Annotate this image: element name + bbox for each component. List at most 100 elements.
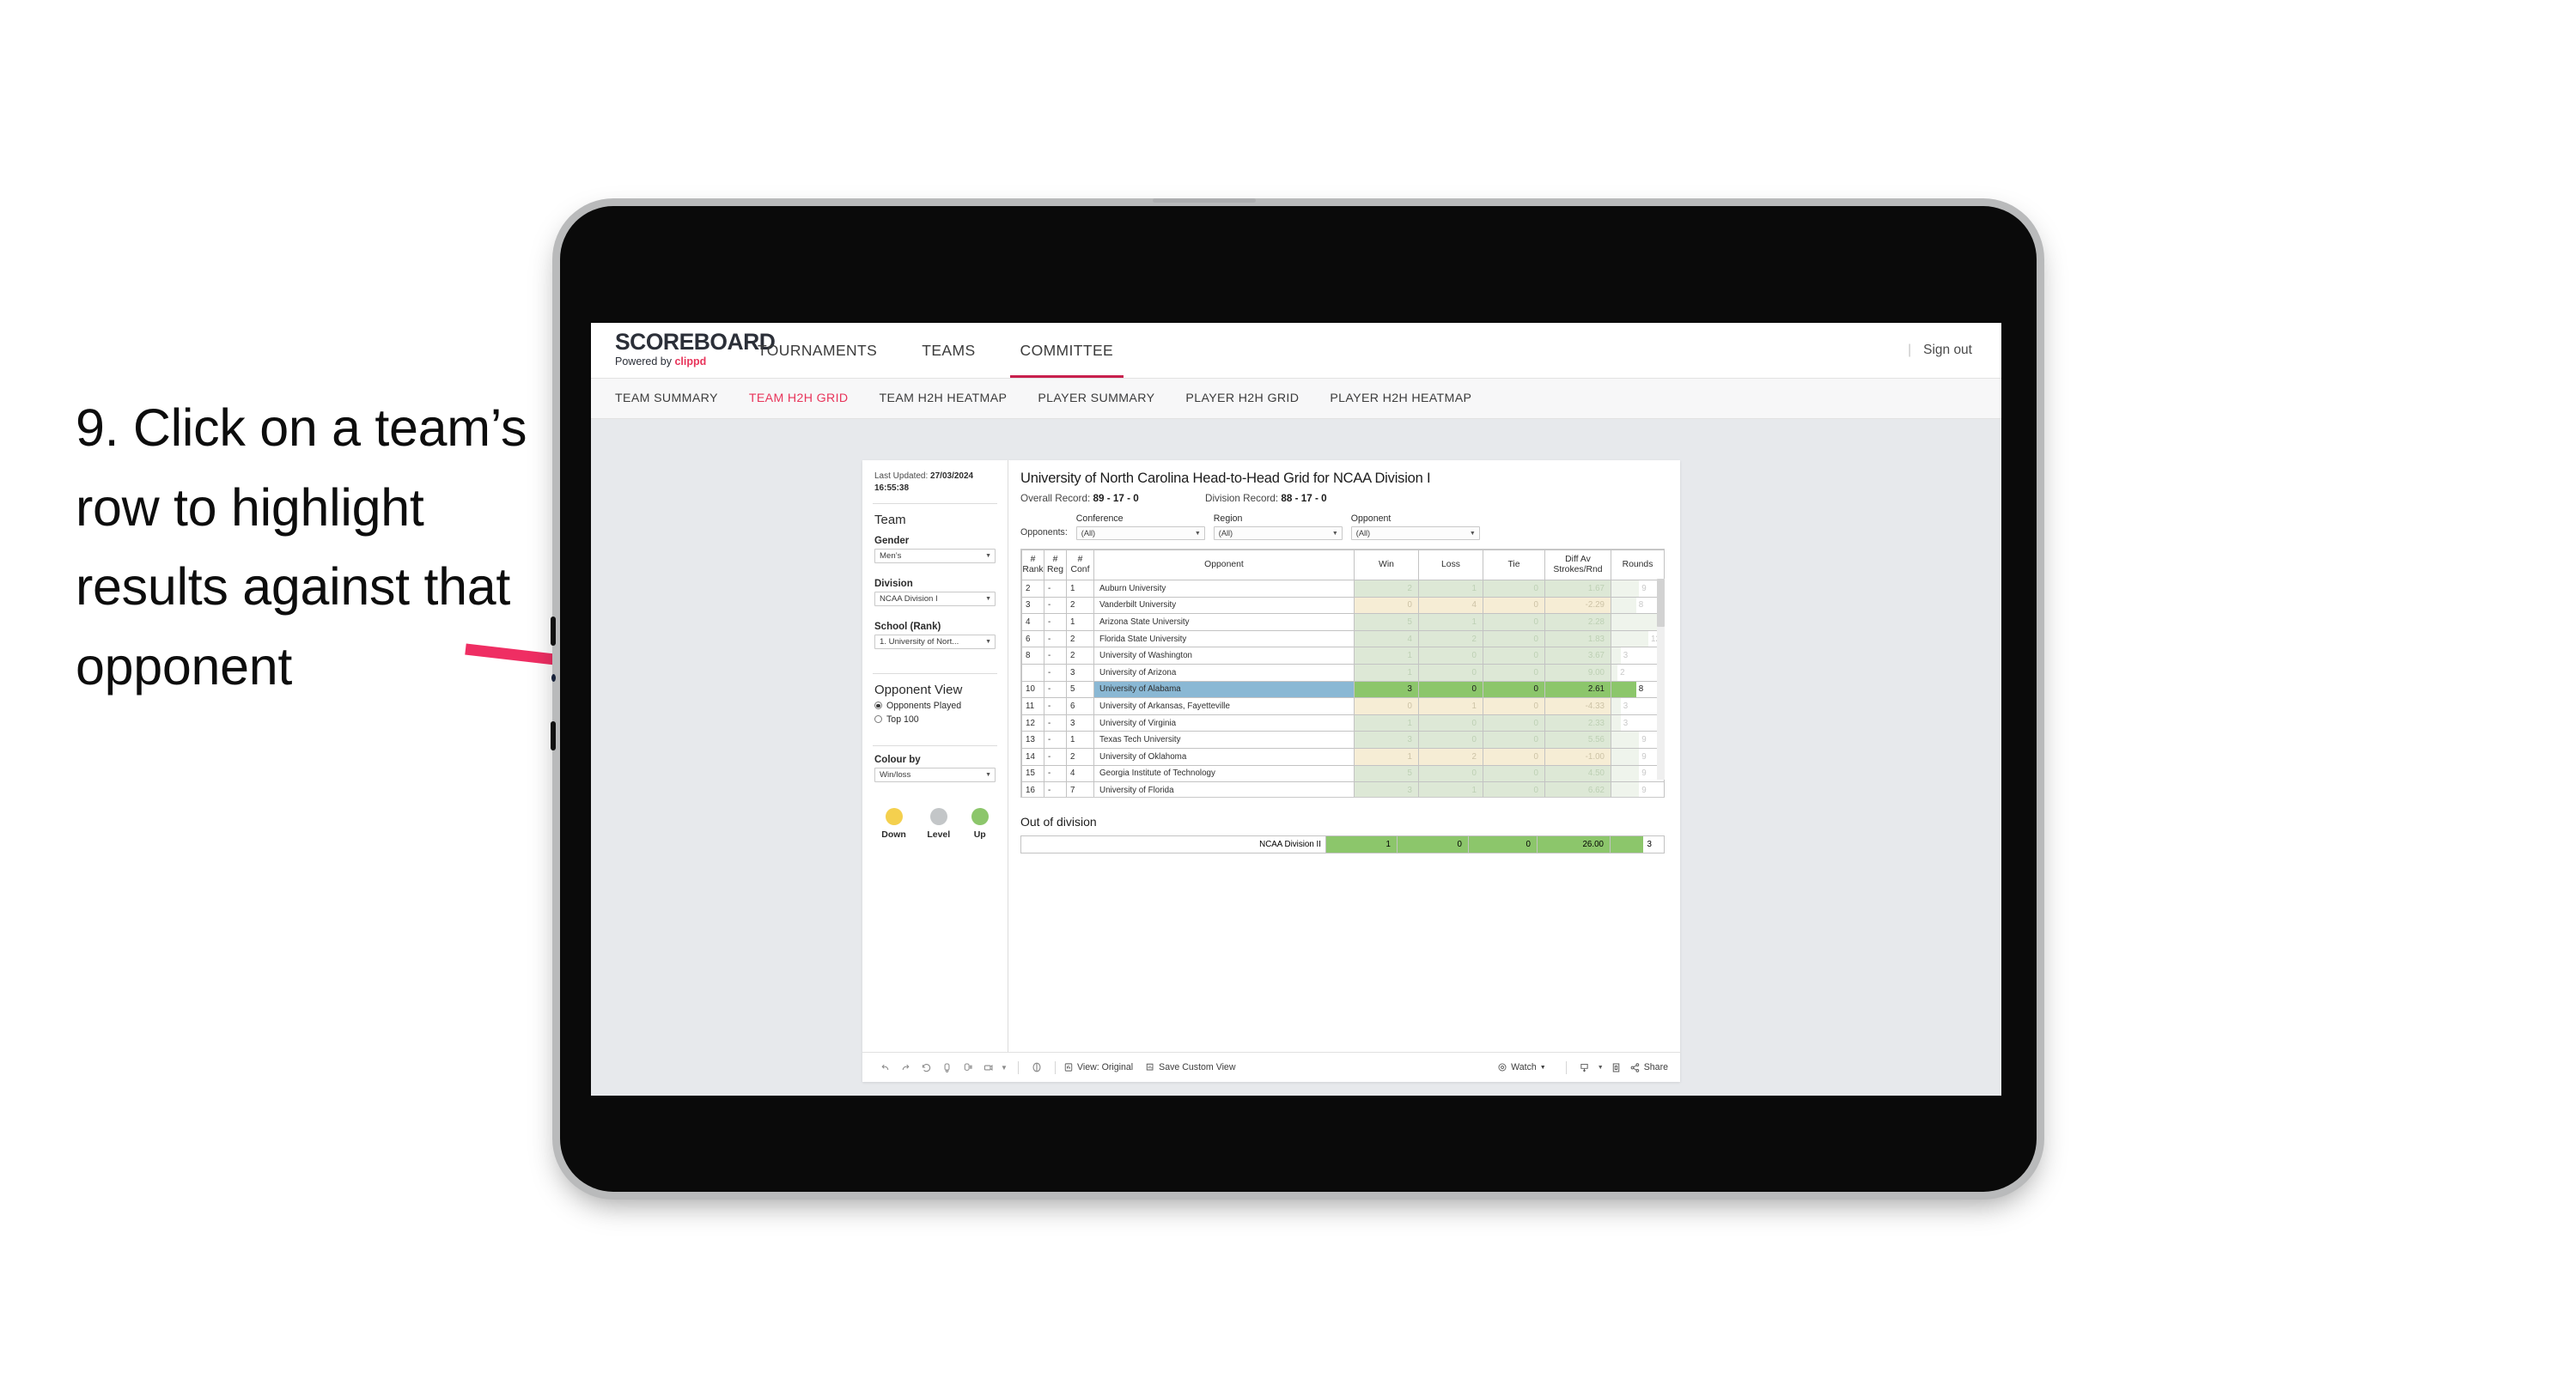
table-body: 2-1 Auburn University 2 1 0 1.67 9 3-2 Vanderbil… — [1021, 580, 1665, 797]
cell-win: 1 — [1354, 714, 1419, 732]
undo-icon[interactable] — [874, 1057, 895, 1078]
rounds-bar — [1611, 698, 1621, 714]
nav-committee[interactable]: COMMITTEE — [998, 323, 1136, 378]
tablet-top-speaker — [1153, 198, 1256, 203]
school-label: School (Rank) — [874, 621, 941, 632]
grid-scrollbar-track[interactable] — [1657, 579, 1665, 780]
table-row[interactable]: 16-7 University of Florida 3 1 0 6.62 9 — [1021, 781, 1665, 797]
cell-win: 3 — [1354, 680, 1419, 699]
cell-reg: - — [1044, 764, 1067, 783]
cell-rank: 4 — [1021, 613, 1044, 631]
cell-tie: 0 — [1483, 697, 1545, 715]
subnav-team-summary[interactable]: TEAM SUMMARY — [615, 392, 737, 405]
sign-out-link[interactable]: Sign out — [1923, 343, 1972, 358]
primary-nav: TOURNAMENTS TEAMS COMMITTEE — [735, 323, 1136, 378]
grid-scrollbar-thumb[interactable] — [1657, 579, 1665, 627]
ood-tie: 0 — [1469, 836, 1538, 853]
radio-top-100[interactable]: Top 100 — [874, 714, 996, 725]
pan-icon[interactable] — [977, 1057, 998, 1078]
cell-reg: - — [1044, 663, 1067, 682]
revert-icon[interactable] — [916, 1057, 936, 1078]
cell-opponent: University of Oklahoma — [1093, 747, 1355, 766]
filter-opponent: Opponent (All) ▼ — [1350, 513, 1480, 540]
pause-auto-update-icon[interactable] — [957, 1057, 977, 1078]
highlight-icon[interactable] — [1026, 1057, 1047, 1078]
table-row[interactable]: 10-5 University of Alabama 3 0 0 2.61 8 — [1021, 680, 1665, 699]
cell-opponent: Vanderbilt University — [1093, 596, 1355, 615]
download-dropdown-icon[interactable]: ▼ — [1595, 1057, 1606, 1078]
download-icon[interactable] — [1574, 1057, 1595, 1078]
cell-tie: 0 — [1483, 629, 1545, 648]
subnav-player-h2h-heatmap[interactable]: PLAYER H2H HEATMAP — [1330, 392, 1490, 405]
nav-teams[interactable]: TEAMS — [899, 323, 997, 378]
cell-reg: - — [1044, 580, 1067, 598]
save-custom-view-button[interactable]: Save Custom View — [1145, 1062, 1235, 1072]
division-record-label: Division Record: — [1205, 493, 1282, 504]
toolbar-divider-3 — [1565, 1060, 1567, 1074]
filter-opponent-value: (All) — [1355, 529, 1371, 538]
legend-level-swatch — [929, 807, 947, 825]
view-original-button[interactable]: View: Original — [1063, 1062, 1133, 1072]
radio-opponents-played[interactable]: Opponents Played — [874, 701, 996, 711]
out-of-division-row[interactable]: NCAA Division II 1 0 0 26.00 3 — [1020, 835, 1665, 853]
table-row[interactable]: 3-2 Vanderbilt University 0 4 0 -2.29 8 — [1021, 596, 1665, 615]
school-select[interactable]: 1. University of Nort... ▼ — [874, 634, 996, 649]
cell-loss: 0 — [1418, 680, 1483, 699]
cell-rank: 2 — [1021, 580, 1044, 598]
table-row[interactable]: 15-4 Georgia Institute of Technology 5 0 0 4.… — [1021, 764, 1665, 783]
table-row[interactable]: 14-2 University of Oklahoma 1 2 0 -1.00 9 — [1021, 747, 1665, 766]
cell-rank — [1021, 663, 1044, 682]
cell-loss: 0 — [1418, 714, 1483, 732]
logo-powered-by: Powered by clippd — [615, 355, 735, 368]
radio-opponents-played-label: Opponents Played — [886, 700, 962, 711]
cell-opponent: University of Florida — [1093, 781, 1355, 797]
filter-opponent-select[interactable]: (All) ▼ — [1350, 526, 1480, 540]
tablet-volume-down-button[interactable] — [551, 721, 556, 750]
watch-button[interactable]: Watch ▼ — [1497, 1062, 1546, 1072]
rounds-bar — [1611, 597, 1636, 614]
share-button[interactable]: Share — [1629, 1062, 1668, 1073]
division-record-value: 88 - 17 - 0 — [1281, 493, 1327, 504]
table-row[interactable]: 6-2 Florida State University 4 2 0 1.83 12 — [1021, 629, 1665, 648]
redo-icon[interactable] — [895, 1057, 916, 1078]
ood-rounds: 3 — [1611, 836, 1664, 853]
app-logo[interactable]: SCOREBOARD Powered by clippd — [591, 323, 776, 378]
tablet-volume-up-button[interactable] — [551, 617, 556, 646]
nav-tournaments[interactable]: TOURNAMENTS — [735, 323, 899, 378]
colour-by-select[interactable]: Win/loss ▼ — [874, 767, 996, 782]
viz-toolbar: ▼ View: Original Save Custom View Watch … — [862, 1052, 1680, 1082]
rounds-bar — [1611, 714, 1621, 732]
cell-rank: 15 — [1021, 764, 1044, 783]
table-row[interactable]: 12-3 University of Virginia 1 0 0 2.33 3 — [1021, 714, 1665, 732]
table-row[interactable]: 2-1 Auburn University 2 1 0 1.67 9 — [1021, 580, 1665, 598]
fullscreen-icon[interactable] — [1606, 1057, 1627, 1078]
sidebar-divider-1 — [873, 502, 997, 504]
table-row[interactable]: 13-1 Texas Tech University 3 0 0 5.56 9 — [1021, 731, 1665, 749]
subnav-player-summary[interactable]: PLAYER SUMMARY — [1038, 392, 1173, 405]
table-header-row: # Rank # Reg # Conf Opponent Win Loss Tie D… — [1021, 550, 1665, 580]
rounds-value: 3 — [1623, 718, 1629, 728]
table-row[interactable]: 11-6 University of Arkansas, Fayetteville… — [1021, 697, 1665, 715]
cell-diff: 3.67 — [1544, 647, 1611, 665]
cell-reg: - — [1044, 781, 1067, 797]
table-row[interactable]: 4-1Arizona State University5102.2817 — [1021, 613, 1665, 631]
division-select[interactable]: NCAA Division I ▼ — [874, 591, 996, 606]
rounds-value: 9 — [1641, 768, 1647, 779]
filter-conference-select[interactable]: (All) ▼ — [1075, 526, 1205, 540]
cell-conf: 5 — [1066, 680, 1094, 699]
subnav-team-h2h-heatmap[interactable]: TEAM H2H HEATMAP — [880, 392, 1026, 405]
filter-conference-value: (All) — [1081, 529, 1096, 538]
table-row[interactable]: -3 University of Arizona 1 0 0 9.00 2 — [1021, 663, 1665, 682]
filter-region-label: Region — [1213, 513, 1243, 524]
cell-conf: 3 — [1066, 714, 1094, 732]
refresh-data-icon[interactable] — [936, 1057, 957, 1078]
filter-region-select[interactable]: (All) ▼ — [1213, 526, 1343, 540]
sidebar-divider-2 — [873, 672, 997, 674]
cell-loss: 0 — [1418, 731, 1483, 749]
table-row[interactable]: 8-2 University of Washington 1 0 0 3.67 3 — [1021, 647, 1665, 665]
subnav-player-h2h-grid[interactable]: PLAYER H2H GRID — [1185, 392, 1318, 405]
gender-select[interactable]: Men’s ▼ — [874, 548, 996, 563]
pan-dropdown-icon[interactable]: ▼ — [998, 1057, 1010, 1078]
subnav-team-h2h-grid[interactable]: TEAM H2H GRID — [749, 392, 868, 405]
cell-rank: 14 — [1021, 747, 1044, 766]
